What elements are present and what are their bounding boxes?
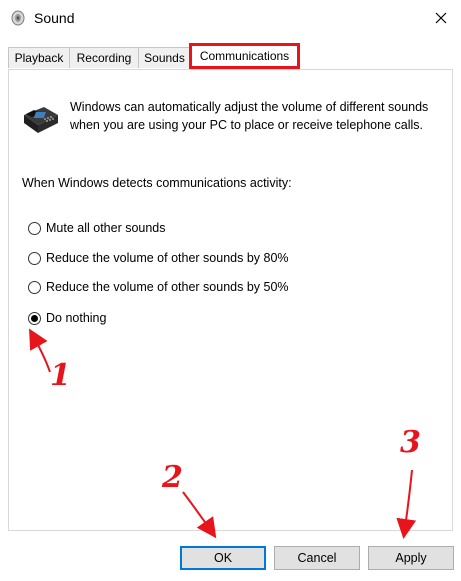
radio-button[interactable]: [28, 280, 41, 294]
close-icon[interactable]: [431, 8, 451, 28]
radio-label: Mute all other sounds: [46, 221, 166, 235]
tab-sounds[interactable]: Sounds: [138, 47, 191, 68]
communications-description: Windows can automatically adjust the vol…: [70, 100, 429, 132]
window-title: Sound: [34, 10, 75, 26]
annotation-marker-2: 2: [162, 460, 183, 495]
annotation-marker-3: 3: [400, 425, 421, 460]
radio-mute-all[interactable]: Mute all other sounds: [28, 219, 166, 237]
communications-panel: [8, 69, 453, 531]
radio-label: Reduce the volume of other sounds by 80%: [46, 251, 289, 265]
annotation-marker-1: 1: [50, 358, 71, 393]
radio-label: Do nothing: [46, 311, 107, 325]
detects-label: When Windows detects communications acti…: [22, 176, 292, 190]
radio-label: Reduce the volume of other sounds by 50%: [46, 280, 289, 294]
title-bar: Sound: [0, 0, 461, 36]
tab-playback[interactable]: Playback: [8, 47, 70, 68]
cancel-button[interactable]: Cancel: [274, 546, 360, 570]
ok-button[interactable]: OK: [180, 546, 266, 570]
radio-button[interactable]: [28, 221, 41, 235]
tab-communications[interactable]: Communications: [189, 43, 300, 69]
radio-button[interactable]: [28, 251, 41, 265]
tab-recording[interactable]: Recording: [69, 47, 139, 68]
radio-reduce-50[interactable]: Reduce the volume of other sounds by 50%: [28, 278, 289, 296]
apply-button[interactable]: Apply: [368, 546, 454, 570]
radio-button-checked[interactable]: [28, 311, 41, 325]
telephone-icon: [24, 107, 58, 133]
radio-reduce-80[interactable]: Reduce the volume of other sounds by 80%: [28, 249, 289, 267]
radio-do-nothing[interactable]: Do nothing: [28, 309, 106, 327]
speaker-icon: [11, 10, 25, 26]
